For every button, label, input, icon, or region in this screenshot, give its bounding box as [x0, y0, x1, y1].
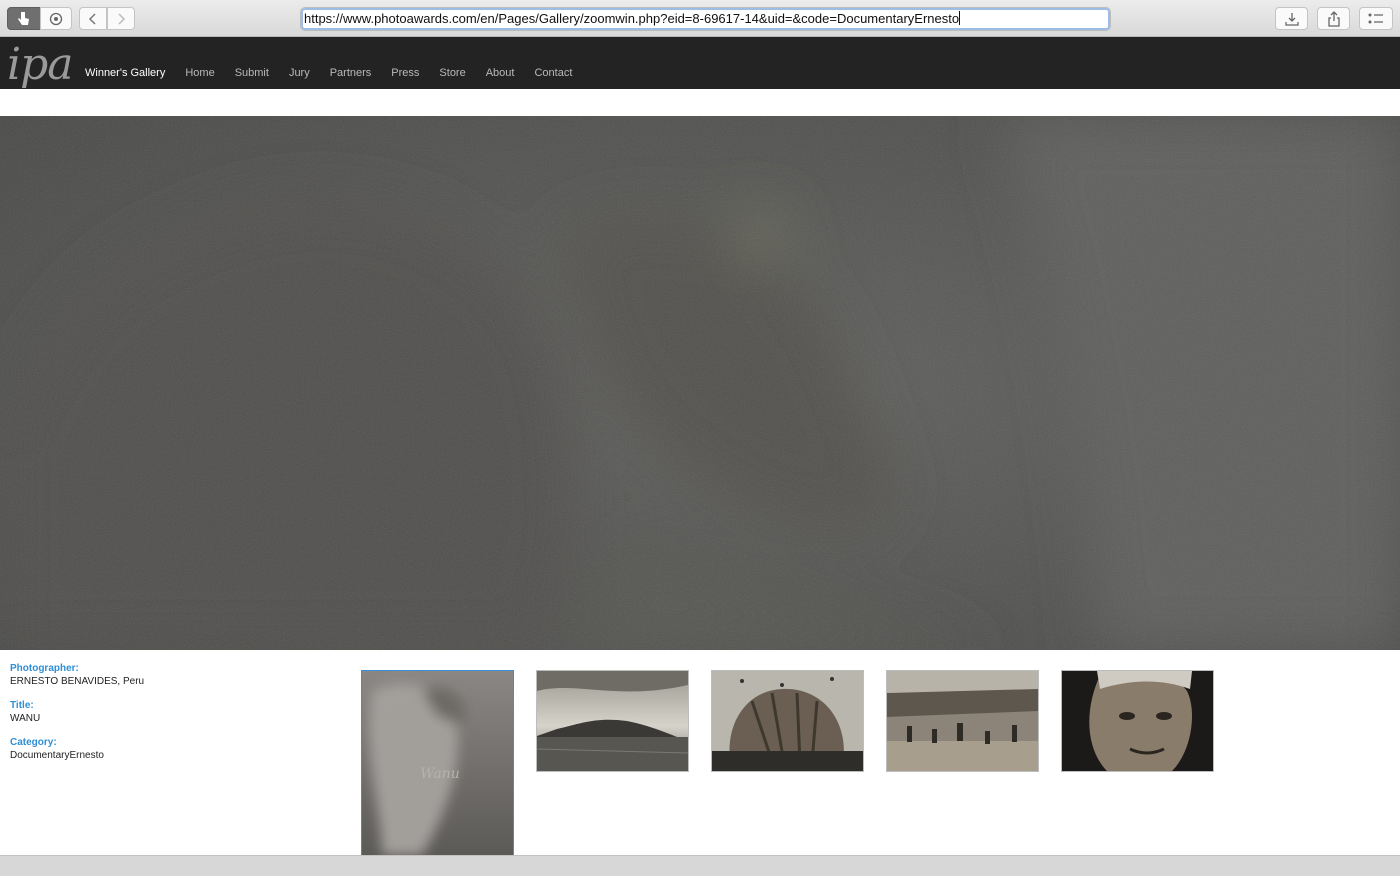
nav-partners[interactable]: Partners [330, 66, 372, 80]
url-text: https://www.photoawards.com/en/Pages/Gal… [304, 11, 960, 26]
thumbnail-island[interactable] [536, 670, 689, 772]
reading-list-icon [1368, 13, 1383, 23]
nav-winners-gallery[interactable]: Winner's Gallery [85, 66, 165, 80]
nav-jury[interactable]: Jury [289, 66, 310, 80]
ipa-logo[interactable]: ipa [7, 37, 73, 93]
reading-list-button[interactable] [1359, 7, 1393, 30]
main-photo[interactable] [0, 116, 1400, 650]
pointer-icon [18, 11, 29, 25]
photo-info: Photographer: ERNESTO BENAVIDES, Peru Ti… [10, 662, 310, 773]
main-photo-image [0, 116, 1400, 650]
thumbnail-portrait-image [1062, 671, 1213, 771]
category-label: Category: [10, 737, 57, 748]
site-header: ipa Winner's Gallery Home Submit Jury Pa… [0, 37, 1400, 90]
url-field[interactable]: https://www.photoawards.com/en/Pages/Gal… [300, 7, 1111, 31]
nav-press[interactable]: Press [391, 66, 419, 80]
thumbnail-workers[interactable] [886, 670, 1039, 772]
nav-home[interactable]: Home [185, 66, 214, 80]
browser-toolbar: https://www.photoawards.com/en/Pages/Gal… [0, 0, 1400, 37]
forward-button[interactable] [107, 7, 135, 30]
photographer-value: ERNESTO BENAVIDES, Peru [10, 676, 145, 687]
download-icon [1284, 12, 1299, 26]
nav-submit[interactable]: Submit [235, 66, 269, 80]
nav-contact[interactable]: Contact [534, 66, 572, 80]
thumbnail-wanu-cover-image: Wanu [362, 671, 513, 855]
title-label: Title: [10, 700, 34, 711]
thumbnail-wanu-cover[interactable]: Wanu [361, 670, 514, 856]
nav-store[interactable]: Store [439, 66, 465, 80]
category-value: DocumentaryErnesto [10, 750, 104, 761]
status-bar [0, 855, 1400, 876]
text-caret [959, 11, 961, 25]
thumbnail-workers-image [887, 671, 1038, 771]
photographer-label: Photographer: [10, 663, 79, 674]
thumbnail-guano-sack-image [712, 671, 863, 771]
title-value: WANU [10, 713, 41, 724]
main-nav: Winner's Gallery Home Submit Jury Partne… [85, 66, 592, 80]
nav-about[interactable]: About [486, 66, 515, 80]
thumbnail-island-image [537, 671, 688, 771]
pointer-button[interactable] [7, 7, 41, 30]
wanu-caption: Wanu [420, 766, 460, 782]
screenshot-icon [49, 12, 63, 25]
thumbnail-guano-sack[interactable] [711, 670, 864, 772]
share-icon [1327, 10, 1340, 27]
back-icon [88, 12, 96, 25]
share-button[interactable] [1317, 7, 1350, 30]
screenshot-button[interactable] [40, 7, 72, 30]
download-button[interactable] [1275, 7, 1308, 30]
forward-icon [118, 12, 126, 25]
back-button[interactable] [79, 7, 107, 30]
thumbnail-portrait[interactable] [1061, 670, 1214, 772]
